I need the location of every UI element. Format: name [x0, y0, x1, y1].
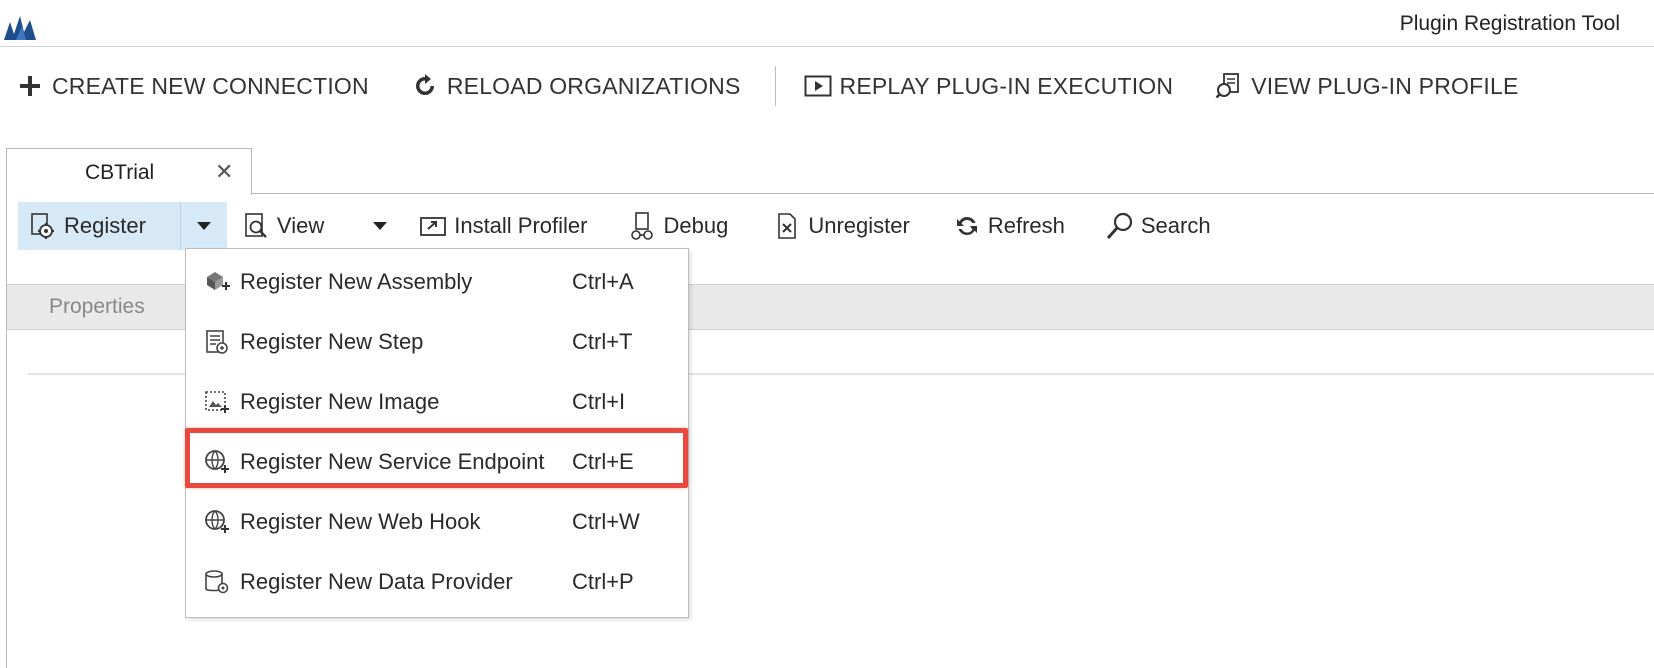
unregister-button[interactable]: Unregister [772, 202, 910, 250]
create-new-connection-button[interactable]: CREATE NEW CONNECTION [16, 66, 369, 106]
window-title: Plugin Registration Tool [1399, 12, 1620, 35]
search-icon [1105, 211, 1135, 241]
profile-icon [1215, 72, 1243, 100]
debug-button[interactable]: Debug [628, 202, 729, 250]
view-icon [241, 211, 271, 241]
menu-item-label: Register New Image [240, 389, 440, 414]
chevron-down-icon [196, 222, 211, 230]
dynamics-logo-icon [4, 16, 36, 40]
menu-item-register-new-image[interactable]: Register New Image Ctrl+I [186, 372, 688, 432]
menu-item-shortcut: Ctrl+P [572, 569, 634, 594]
search-label: Search [1140, 213, 1211, 238]
menu-item-shortcut: Ctrl+T [572, 329, 633, 354]
close-icon[interactable]: ✕ [215, 159, 233, 185]
install-icon [418, 211, 448, 241]
replay-plugin-execution-label: REPLAY PLUG-IN EXECUTION [839, 72, 1174, 99]
debug-label: Debug [663, 213, 729, 238]
data-provider-icon [205, 570, 229, 594]
menu-item-register-new-web-hook[interactable]: Register New Web Hook Ctrl+W [186, 492, 688, 552]
web-hook-icon [205, 510, 229, 533]
menu-item-shortcut: Ctrl+W [572, 509, 640, 534]
menu-item-register-new-assembly[interactable]: Register New Assembly Ctrl+A [186, 252, 688, 312]
menu-item-label: Register New Service Endpoint [240, 449, 545, 474]
step-icon [206, 330, 228, 354]
search-button[interactable]: Search [1105, 202, 1211, 250]
menu-item-label: Register New Assembly [240, 269, 473, 294]
refresh-label: Refresh [987, 213, 1065, 238]
menu-item-shortcut: Ctrl+I [572, 389, 626, 414]
tab-cbtrial[interactable]: CBTrial ✕ [6, 148, 252, 195]
refresh-icon [952, 211, 982, 241]
view-plugin-profile-button[interactable]: VIEW PLUG-IN PROFILE [1215, 66, 1518, 106]
register-dropdown-button[interactable] [179, 202, 227, 250]
reload-icon [411, 72, 439, 100]
menu-item-label: Register New Web Hook [240, 509, 481, 534]
register-split-button: Register [18, 202, 227, 250]
menu-item-register-new-data-provider[interactable]: Register New Data Provider Ctrl+P [186, 552, 688, 612]
unregister-icon [772, 211, 802, 241]
view-plugin-profile-label: VIEW PLUG-IN PROFILE [1251, 72, 1519, 99]
plus-icon [16, 72, 44, 100]
view-label: View [276, 213, 325, 238]
unregister-label: Unregister [808, 213, 910, 238]
service-endpoint-icon [205, 450, 229, 473]
reload-organizations-button[interactable]: RELOAD ORGANIZATIONS [411, 66, 741, 106]
top-command-bar: CREATE NEW CONNECTION RELOAD ORGANIZATIO… [0, 56, 1654, 116]
chevron-down-icon [373, 222, 388, 230]
create-new-connection-label: CREATE NEW CONNECTION [52, 72, 369, 99]
toolbar-divider [774, 66, 776, 106]
register-label: Register [64, 213, 146, 238]
organization-toolbar: Register View Install Profiler Debug Unr… [18, 202, 1648, 250]
assembly-icon [207, 272, 230, 290]
register-dropdown-menu: Register New Assembly Ctrl+A Register Ne… [185, 248, 689, 618]
replay-plugin-execution-button[interactable]: REPLAY PLUG-IN EXECUTION [804, 66, 1174, 106]
menu-item-label: Register New Data Provider [240, 569, 513, 594]
install-profiler-label: Install Profiler [454, 213, 588, 238]
register-gear-icon [28, 211, 58, 241]
view-button[interactable]: View [241, 202, 324, 250]
debug-icon [628, 211, 658, 241]
menu-item-shortcut: Ctrl+E [572, 449, 634, 474]
register-button[interactable]: Register [18, 202, 180, 250]
title-bar: Plugin Registration Tool [0, 0, 1654, 47]
properties-tab[interactable]: Properties [49, 295, 145, 319]
view-dropdown-button[interactable] [360, 202, 400, 250]
reload-organizations-label: RELOAD ORGANIZATIONS [446, 72, 741, 99]
menu-item-label: Register New Step [240, 329, 424, 354]
replay-icon [804, 72, 832, 100]
menu-item-register-new-step[interactable]: Register New Step Ctrl+T [186, 312, 688, 372]
menu-item-shortcut: Ctrl+A [572, 269, 634, 294]
menu-item-register-new-service-endpoint[interactable]: Register New Service Endpoint Ctrl+E [186, 432, 688, 492]
tab-strip-border [250, 193, 1654, 194]
refresh-button[interactable]: Refresh [952, 202, 1065, 250]
image-icon [205, 391, 229, 413]
tab-label: CBTrial [85, 161, 155, 184]
panel-border [6, 193, 7, 668]
install-profiler-button[interactable]: Install Profiler [418, 202, 588, 250]
